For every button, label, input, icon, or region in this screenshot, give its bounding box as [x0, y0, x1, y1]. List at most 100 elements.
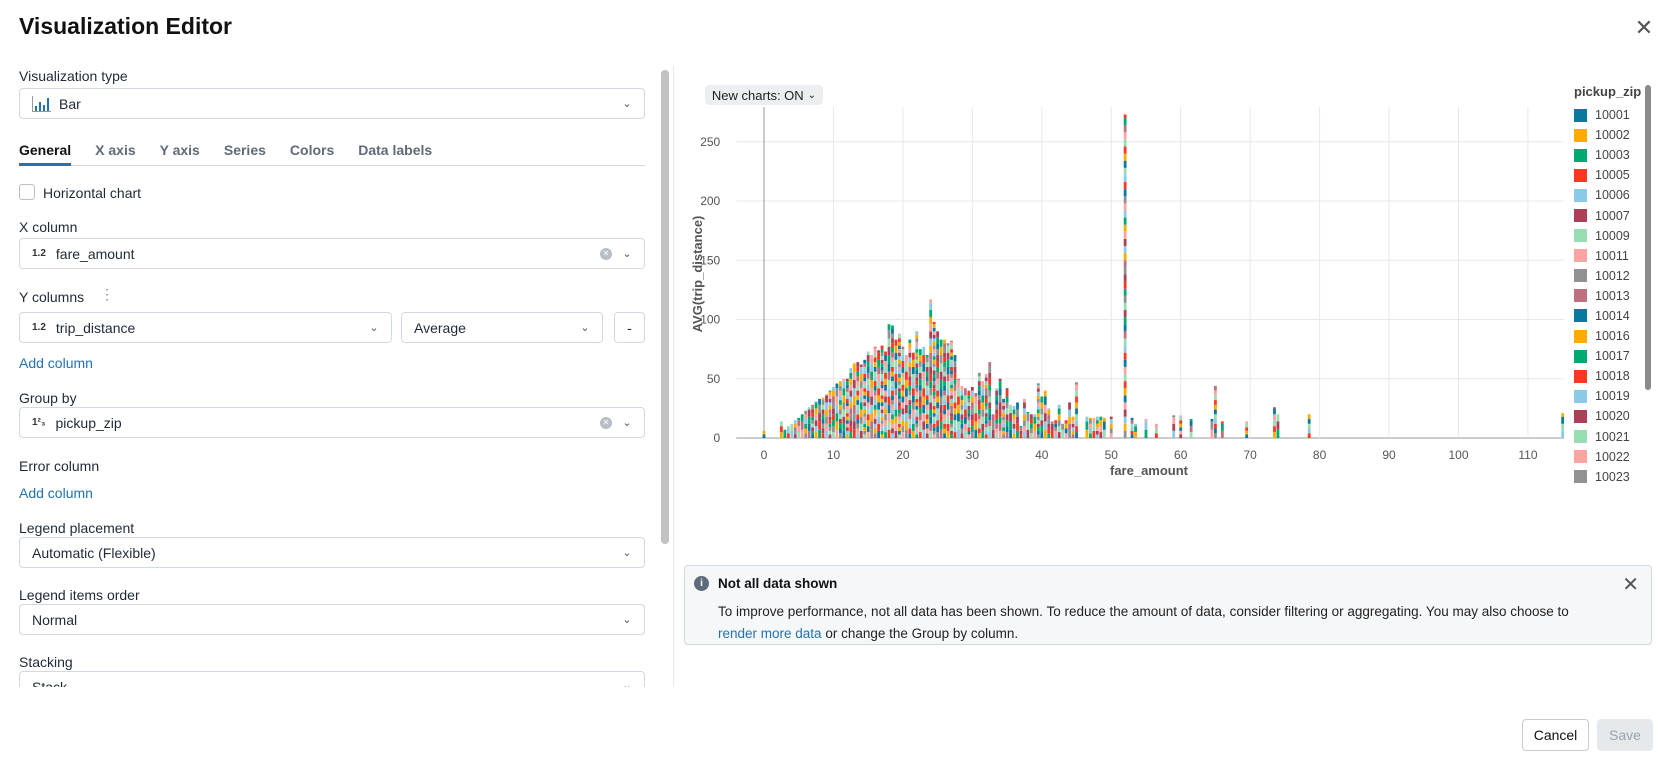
bar-segment — [863, 423, 867, 428]
legend-item[interactable]: 10020 — [1574, 406, 1644, 426]
bar-segment — [1123, 160, 1127, 168]
bar-segment — [1123, 423, 1127, 431]
more-options-icon[interactable]: ⋮ — [100, 286, 114, 303]
bar-segment — [918, 360, 922, 367]
tab-y-axis[interactable]: Y axis — [160, 138, 200, 166]
bar-segment — [988, 432, 992, 438]
bar-segment — [845, 409, 849, 414]
clear-icon[interactable]: ✕ — [600, 416, 612, 429]
legend-title: pickup_zip — [1574, 84, 1642, 99]
legend-item[interactable]: 10002 — [1574, 125, 1644, 145]
render-more-data-link[interactable]: render more data — [718, 626, 822, 641]
bar-segment — [880, 402, 884, 407]
x-tick-label: 20 — [896, 448, 910, 462]
bar-segment — [838, 381, 842, 386]
bar-segment — [901, 414, 905, 421]
legend-placement-select[interactable]: Automatic (Flexible) ⌄ — [19, 537, 645, 568]
bar-segment — [1123, 231, 1127, 239]
bar-segment — [950, 366, 953, 371]
bar-segment — [1123, 114, 1127, 119]
bar-segment — [915, 366, 919, 371]
close-alert-icon[interactable]: ✕ — [1622, 572, 1639, 597]
tab-data-labels[interactable]: Data labels — [358, 138, 432, 166]
bar-segment — [943, 347, 946, 353]
bar-segment — [946, 374, 950, 382]
bar-segment — [908, 390, 912, 396]
remove-column-button[interactable]: - — [614, 312, 645, 343]
add-error-column-link[interactable]: Add column — [19, 485, 93, 501]
bar-segment — [929, 423, 933, 431]
group-by-select[interactable]: 1²₃ pickup_zip ✕ ⌄ — [19, 407, 645, 438]
aggregation-select[interactable]: Average ⌄ — [401, 312, 603, 343]
bar-segment — [856, 423, 860, 429]
legend-order-select[interactable]: Normal ⌄ — [19, 604, 645, 635]
add-y-column-link[interactable]: Add column — [19, 355, 93, 371]
bar-segment — [988, 378, 992, 385]
bar-segment — [943, 381, 946, 386]
legend-item[interactable]: 10013 — [1574, 286, 1644, 306]
tab-series[interactable]: Series — [224, 138, 266, 166]
legend-item[interactable]: 10003 — [1574, 145, 1644, 165]
legend-item[interactable]: 10012 — [1574, 266, 1644, 286]
bar-segment — [880, 409, 884, 414]
legend-item[interactable]: 10021 — [1574, 427, 1644, 447]
cancel-button[interactable]: Cancel — [1522, 719, 1589, 751]
bar-segment — [898, 352, 901, 357]
stacking-label: Stacking — [19, 654, 73, 670]
bar-segment — [1154, 423, 1158, 429]
bar-segment — [877, 374, 880, 382]
bar-segment — [1276, 421, 1280, 430]
legend-swatch — [1574, 349, 1587, 363]
bar-segment — [936, 378, 940, 385]
legend-item[interactable]: 10011 — [1574, 246, 1644, 266]
save-button[interactable]: Save — [1597, 719, 1653, 751]
legend-item[interactable]: 10006 — [1574, 185, 1644, 205]
bar-segment — [950, 349, 953, 353]
bar-segment — [981, 402, 985, 410]
legend-item[interactable]: 10014 — [1574, 306, 1644, 326]
bar-segment — [873, 346, 877, 348]
bar-segment — [1071, 423, 1075, 428]
bar-segment — [891, 371, 894, 377]
horizontal-chart-checkbox[interactable] — [19, 184, 35, 200]
legend-scrollbar[interactable] — [1645, 85, 1651, 390]
bar-segment — [946, 423, 950, 431]
clear-icon[interactable]: ✕ — [600, 247, 612, 260]
bar-segment — [1005, 414, 1009, 421]
legend-item[interactable]: 10001 — [1574, 105, 1644, 125]
x-column-select[interactable]: 1.2 fare_amount ✕ ⌄ — [19, 238, 645, 269]
legend-item[interactable]: 10023 — [1574, 467, 1644, 487]
legend-item[interactable]: 10018 — [1574, 366, 1644, 386]
bar-segment — [1068, 402, 1071, 410]
tab-x-axis[interactable]: X axis — [95, 138, 135, 166]
bar-segment — [821, 433, 825, 438]
y-column-select[interactable]: 1.2 trip_distance ⌄ — [19, 312, 392, 343]
legend-item[interactable]: 10005 — [1574, 165, 1644, 185]
legend-item[interactable]: 10019 — [1574, 386, 1644, 406]
bar-segment — [908, 357, 912, 363]
bar-segment — [1123, 359, 1127, 367]
bar-segment — [828, 395, 832, 399]
bar-segment — [838, 400, 842, 405]
bar-segment — [818, 413, 821, 422]
legend-item[interactable]: 10016 — [1574, 326, 1644, 346]
bar-segment — [1123, 210, 1127, 218]
viz-type-select[interactable]: Bar ⌄ — [19, 88, 645, 119]
tab-general[interactable]: General — [19, 138, 72, 166]
bar-segment — [1123, 274, 1127, 282]
bar-segment — [925, 433, 929, 438]
bar-segment — [981, 381, 985, 389]
bar-segment — [1061, 429, 1065, 438]
legend-item[interactable]: 10022 — [1574, 447, 1644, 467]
bar-segment — [887, 404, 891, 414]
legend-item[interactable]: 10009 — [1574, 226, 1644, 246]
legend-item[interactable]: 10017 — [1574, 346, 1644, 366]
bar-segment — [898, 356, 901, 360]
bar-segment — [984, 374, 988, 378]
legend-item[interactable]: 10007 — [1574, 205, 1644, 225]
bar-segment — [828, 413, 832, 417]
close-icon[interactable]: ✕ — [1632, 16, 1656, 40]
editor-scrollbar[interactable] — [661, 70, 669, 544]
bar-segment — [1002, 413, 1006, 417]
tab-colors[interactable]: Colors — [290, 138, 334, 166]
